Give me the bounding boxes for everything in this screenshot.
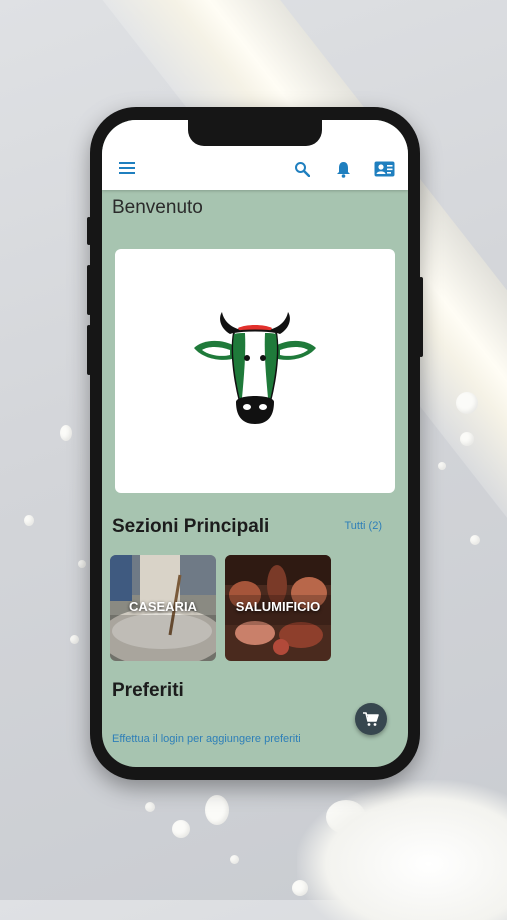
milk-drop	[172, 820, 190, 838]
milk-drop	[78, 560, 86, 568]
welcome-heading: Benvenuto	[112, 197, 203, 218]
see-all-sections-link[interactable]: Tutti (2)	[345, 520, 383, 532]
phone-side-button	[419, 277, 423, 357]
phone-side-button	[87, 325, 91, 375]
cow-logo-icon	[194, 312, 316, 424]
milk-drop	[438, 462, 446, 470]
bell-icon[interactable]	[334, 160, 352, 178]
brand-logo-card	[115, 249, 395, 493]
login-for-favorites-link[interactable]: Effettua il login per aggiungere preferi…	[112, 733, 301, 745]
milk-drop	[456, 392, 478, 414]
section-tile-label: SALUMIFICIO	[235, 599, 321, 614]
app-screen: Benvenuto Sezioni Principali Tutti (2) C…	[102, 120, 408, 767]
cart-button[interactable]	[355, 703, 387, 735]
milk-splash	[297, 780, 507, 920]
milk-drop	[230, 855, 239, 864]
phone-side-button	[87, 265, 91, 315]
milk-drop	[470, 535, 480, 545]
phone-side-button	[87, 217, 91, 245]
section-tile-caseari[interactable]: CASEARIA	[110, 555, 216, 661]
contact-card-icon[interactable]	[373, 160, 395, 178]
section-tile-salumificio[interactable]: SALUMIFICIO	[225, 555, 331, 661]
milk-drop	[145, 802, 155, 812]
milk-drop	[460, 432, 474, 446]
search-icon[interactable]	[293, 160, 311, 178]
milk-drop	[60, 425, 72, 441]
milk-drop	[205, 795, 229, 825]
phone-frame: Benvenuto Sezioni Principali Tutti (2) C…	[87, 107, 423, 780]
menu-icon[interactable]	[118, 160, 136, 176]
favorites-heading: Preferiti	[112, 680, 184, 701]
sections-heading: Sezioni Principali	[112, 516, 270, 537]
cart-icon	[363, 711, 379, 727]
phone-notch	[188, 120, 322, 146]
milk-drop	[70, 635, 79, 644]
section-tile-label: CASEARIA	[129, 599, 197, 614]
milk-drop	[24, 515, 34, 526]
